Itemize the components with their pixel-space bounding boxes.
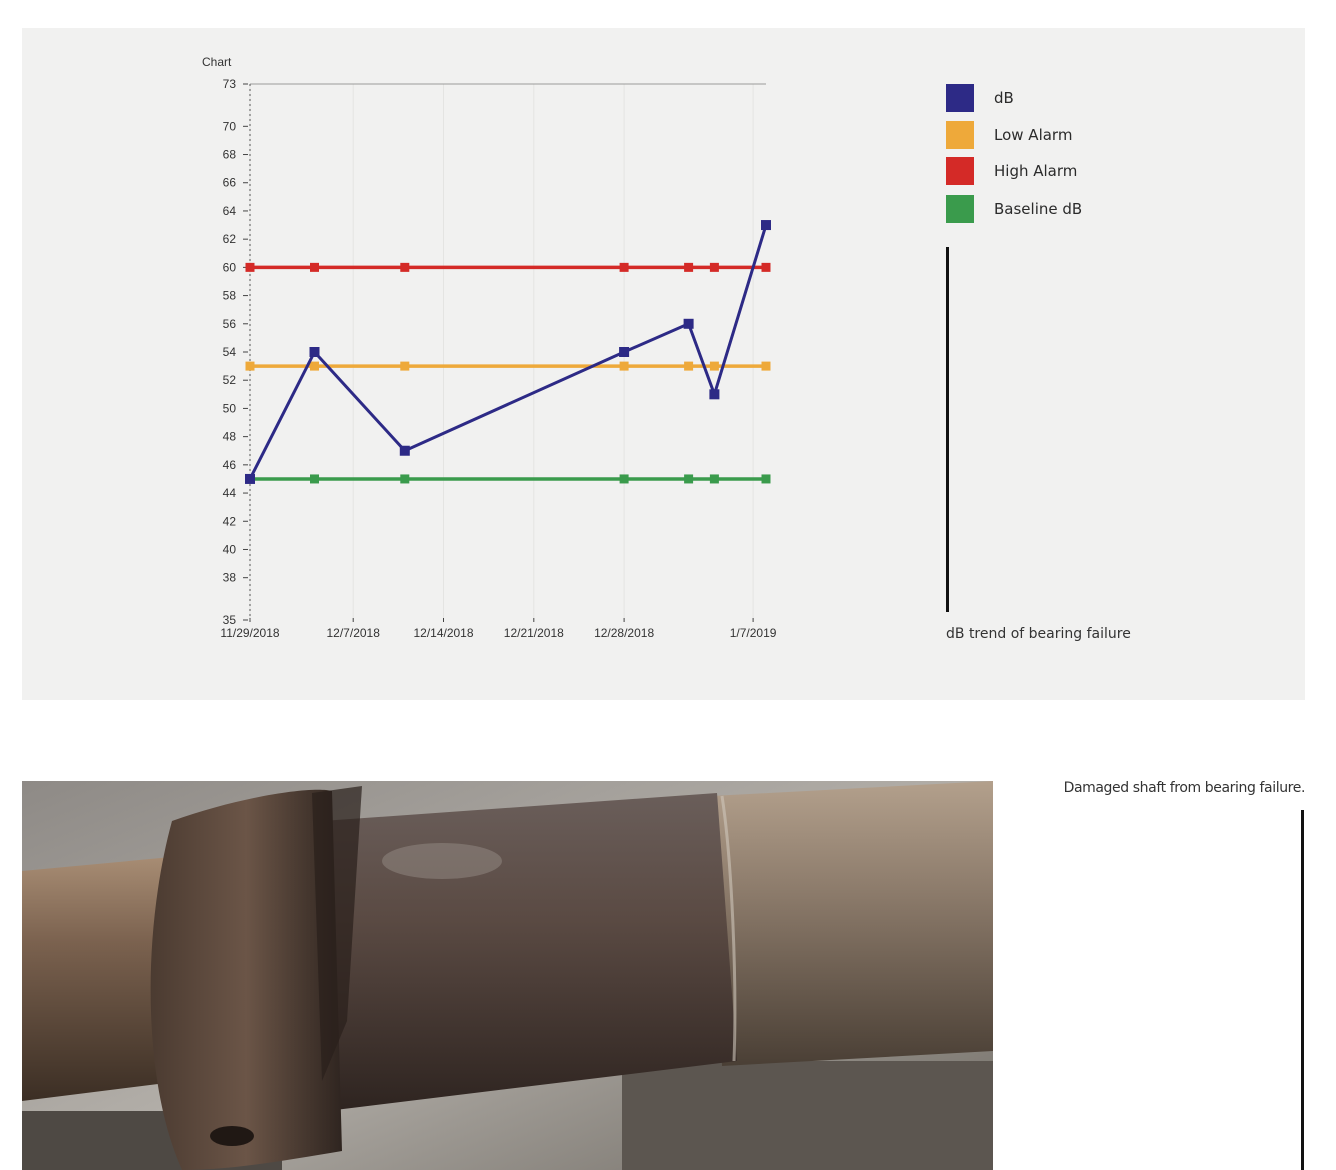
data-point-db [683,318,694,329]
chart-caption-rule [946,247,949,612]
y-tick-label: 62 [223,232,237,246]
x-tick-label: 12/14/2018 [413,626,473,640]
x-tick-label: 12/7/2018 [327,626,381,640]
data-point-high-alarm [245,262,255,272]
legend-label-low-alarm: Low Alarm [994,126,1073,144]
data-point-baseline-db [619,474,629,484]
data-point-db [619,347,630,357]
x-tick-label: 12/28/2018 [594,626,654,640]
data-point-low-alarm [761,361,771,371]
data-point-baseline-db [310,474,319,484]
data-point-baseline-db [400,474,410,484]
data-point-db [245,473,255,484]
legend-label-baseline-db: Baseline dB [994,200,1083,218]
y-tick-label: 56 [223,317,237,331]
data-point-baseline-db [684,474,694,484]
legend-swatch-baseline-db [946,195,974,223]
data-point-high-alarm [709,262,719,272]
chart-panel: 11/29/2018 12/7/2018 12/14/2018 12/21/2018 1… [22,28,1305,700]
chart-caption: dB trend of bearing failure [946,626,1131,642]
data-point-high-alarm [310,262,319,272]
x-tick-label: 12/21/2018 [504,626,564,640]
x-tick-label: 11/29/2018 [220,626,279,640]
data-point-baseline-db [761,474,771,484]
data-point-high-alarm [761,262,771,272]
data-point-low-alarm [619,361,629,371]
y-tick-label: 46 [223,458,237,472]
legend-item-baseline-db: Baseline dB [946,195,1206,223]
legend-label-high-alarm: High Alarm [994,162,1078,180]
data-point-db [399,445,410,456]
line-chart: 11/29/2018 12/7/2018 12/14/2018 12/21/2018 1… [220,77,777,640]
data-point-db [761,220,771,231]
y-tick-label: 60 [223,260,237,274]
photo-caption-rule [1301,810,1304,1170]
legend-swatch-low-alarm [946,121,974,149]
legend-label-db: dB [994,89,1014,107]
legend-item-high-alarm: High Alarm [946,157,1206,185]
legend-item-db: dB [946,84,1206,112]
data-point-high-alarm [619,262,629,272]
y-tick-label: 58 [223,289,237,303]
plot-area [250,84,766,620]
legend-swatch-db [946,84,974,112]
data-point-high-alarm [400,262,410,272]
y-tick-label: 48 [223,430,237,444]
y-tick-label: 66 [223,176,237,190]
damaged-shaft-photo [22,781,993,1170]
photo-caption: Damaged shaft from bearing failure. [1063,780,1306,796]
data-point-low-alarm [245,361,255,371]
y-tick-label: 70 [223,119,237,133]
data-point-high-alarm [684,262,694,272]
chart-title: Chart [202,55,232,69]
y-tick-label: 64 [223,204,237,218]
y-tick-label: 73 [223,77,237,91]
data-point-db [309,347,320,357]
shaft-illustration [22,781,993,1170]
x-tick-label: 1/7/2019 [730,626,777,640]
data-point-db [709,389,720,400]
data-point-low-alarm [400,361,410,371]
y-tick-label: 68 [223,148,237,162]
y-tick-label: 35 [223,613,237,627]
data-point-low-alarm [310,361,319,371]
y-tick-label: 38 [223,571,237,585]
legend-swatch-high-alarm [946,157,974,185]
y-tick-label: 54 [223,345,237,359]
y-tick-label: 50 [223,401,237,415]
data-point-low-alarm [709,361,719,371]
y-tick-label: 52 [223,373,237,387]
data-point-low-alarm [684,361,694,371]
y-tick-label: 40 [223,542,237,556]
data-point-baseline-db [709,474,719,484]
y-tick-label: 42 [223,514,237,528]
legend-item-low-alarm: Low Alarm [946,121,1206,149]
y-tick-label: 44 [223,486,237,500]
